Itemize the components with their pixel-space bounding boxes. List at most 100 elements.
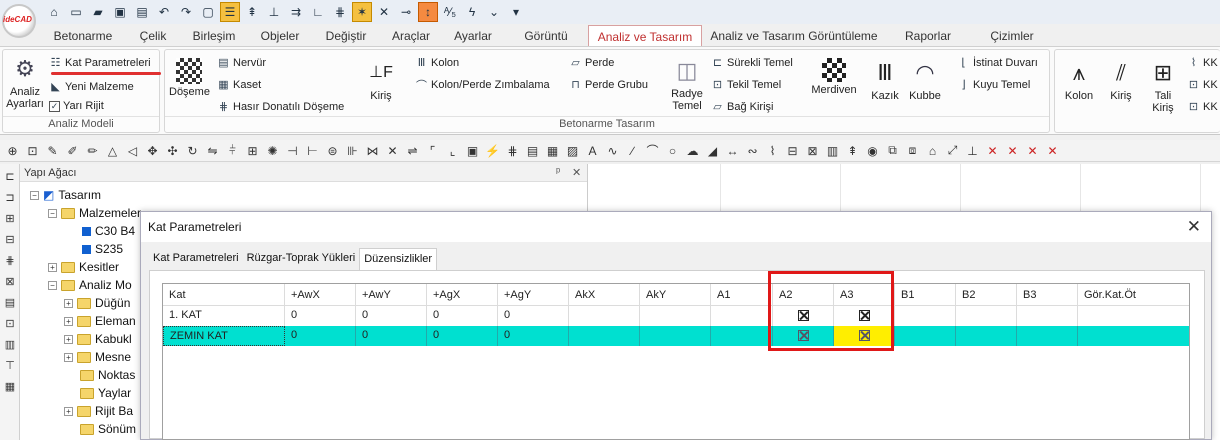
expand-icon[interactable]: + xyxy=(64,298,73,308)
dimension-icon[interactable]: ↔ xyxy=(724,142,741,159)
tool-icon-5[interactable]: ⋕ xyxy=(1,251,19,269)
surekli-temel-button[interactable]: ⊏ Sürekli Temel xyxy=(711,56,793,70)
kolon-perde-zimbalama-button[interactable]: ⌒ Kolon/Perde Zımbalama xyxy=(415,78,550,92)
tab-betonarme[interactable]: Betonarme xyxy=(40,25,126,47)
delete-red2-icon[interactable]: ✕ xyxy=(1004,142,1021,159)
col-b3[interactable]: B3 xyxy=(1017,284,1078,306)
chart-icon[interactable]: ▥ xyxy=(824,142,841,159)
tab-kat-parametreleri[interactable]: Kat Parametreleri xyxy=(149,248,243,270)
bag-kirisi-button[interactable]: ⏥ Bağ Kirişi xyxy=(711,100,773,114)
tree-node-yaylar[interactable]: Yaylar xyxy=(80,386,131,400)
rotate-icon[interactable]: ↻ xyxy=(184,142,201,159)
analiz-ayarlari-button[interactable]: ⚙ Analiz Ayarları xyxy=(5,54,45,111)
expand-icon[interactable]: + xyxy=(64,316,73,326)
expand-icon[interactable]: + xyxy=(64,352,73,362)
home-icon[interactable]: ⌂ xyxy=(44,2,64,22)
ortho-icon[interactable]: ⊥ xyxy=(264,2,284,22)
tool-icon-2[interactable]: ⊐ xyxy=(1,188,19,206)
expand-icon[interactable]: + xyxy=(64,406,73,416)
customize-icon[interactable]: ▾ xyxy=(506,2,526,22)
eye-icon[interactable]: ◉ xyxy=(864,142,881,159)
cell-b2[interactable] xyxy=(956,326,1017,346)
col-b1[interactable]: B1 xyxy=(895,284,956,306)
polyline-icon[interactable]: ∿ xyxy=(604,142,621,159)
pencil-icon[interactable]: ✎ xyxy=(44,142,61,159)
cell-agx[interactable]: 0 xyxy=(427,306,498,326)
perde-grubu-button[interactable]: ⊓ Perde Grubu xyxy=(569,78,648,92)
cell-aky[interactable] xyxy=(640,326,711,346)
tool-icon-9[interactable]: ▥ xyxy=(1,335,19,353)
yeni-malzeme-button[interactable]: ◣ Yeni Malzeme xyxy=(49,80,133,94)
redo-icon[interactable]: ↷ xyxy=(176,2,196,22)
north-icon[interactable]: ⇞ xyxy=(844,142,861,159)
join-icon[interactable]: ⇌ xyxy=(404,142,421,159)
marker-icon[interactable]: ✏ xyxy=(84,142,101,159)
tree-node-c30[interactable]: C30 B4 xyxy=(82,224,135,238)
col-a1[interactable]: A1 xyxy=(711,284,773,306)
align-icon[interactable]: ⇉ xyxy=(286,2,306,22)
cell-kat[interactable]: 1. KAT xyxy=(163,306,285,326)
view-icon[interactable]: ⌂ xyxy=(924,142,941,159)
elevation-icon[interactable]: ↕ xyxy=(418,2,438,22)
collapse-icon[interactable]: − xyxy=(30,190,39,200)
tool-icon-3[interactable]: ⊞ xyxy=(1,209,19,227)
cell-agy[interactable]: 0 xyxy=(498,306,569,326)
tree-node-tasarim[interactable]: − ◩ Tasarım xyxy=(30,188,101,202)
close-icon[interactable]: ✕ xyxy=(1187,217,1201,237)
chamfer-icon[interactable]: ⌞ xyxy=(444,142,461,159)
circle-icon[interactable]: ○ xyxy=(664,142,681,159)
tool-icon-4[interactable]: ⊟ xyxy=(1,230,19,248)
layers2-icon[interactable]: ⧈ xyxy=(904,142,921,159)
kaset-button[interactable]: ▦ Kaset xyxy=(217,78,261,92)
merdiven-button[interactable]: Merdiven xyxy=(809,58,859,96)
cell-awx[interactable]: 0 xyxy=(285,326,356,346)
radye-temel-button[interactable]: ◫ Radye Temel xyxy=(665,56,709,113)
text-icon[interactable]: A xyxy=(584,142,601,159)
cell-awy[interactable]: 0 xyxy=(356,306,427,326)
tool-icon-7[interactable]: ▤ xyxy=(1,293,19,311)
cell-agy[interactable]: 0 xyxy=(498,326,569,346)
spline-icon[interactable]: ∾ xyxy=(744,142,761,159)
expand-icon[interactable]: + xyxy=(48,262,57,272)
table-icon[interactable]: ▦ xyxy=(544,142,561,159)
array-icon[interactable]: ⊞ xyxy=(244,142,261,159)
col-gor-kat-ot[interactable]: Gör.Kat.Öt xyxy=(1078,284,1189,306)
tree-node-mesnet[interactable]: + Mesne xyxy=(64,350,131,364)
layers-icon[interactable]: ⧉ xyxy=(884,142,901,159)
tab-celik[interactable]: Çelik xyxy=(126,25,180,47)
save-icon[interactable]: ▣ xyxy=(110,2,130,22)
grid-snap-icon[interactable]: ⋕ xyxy=(330,2,350,22)
app-logo[interactable]: ideCAD xyxy=(0,0,40,44)
expand-icon[interactable]: + xyxy=(64,334,73,344)
copy-move-icon[interactable]: ✣ xyxy=(164,142,181,159)
perde-button[interactable]: ▱ Perde xyxy=(569,56,614,70)
istinat-duvari-button[interactable]: ⌊ İstinat Duvarı xyxy=(957,56,1037,70)
tool-icon-8[interactable]: ⊡ xyxy=(1,314,19,332)
delete-red-icon[interactable]: ✕ xyxy=(984,142,1001,159)
break-icon[interactable]: ⋈ xyxy=(364,142,381,159)
tab-analiz-ve-tasarim-goruntuleme[interactable]: Analiz ve Tasarım Görüntüleme xyxy=(702,25,886,47)
move-icon[interactable]: ✥ xyxy=(144,142,161,159)
lightning-icon[interactable]: ϟ xyxy=(462,2,482,22)
tree-node-analiz-modeli[interactable]: − Analiz Mo xyxy=(48,278,132,292)
collapse-icon[interactable]: − xyxy=(48,280,57,290)
cell-agx[interactable]: 0 xyxy=(427,326,498,346)
tab-birlesim[interactable]: Birleşim xyxy=(180,25,248,47)
tab-degistir[interactable]: Değiştir xyxy=(312,25,380,47)
image-icon[interactable]: ▨ xyxy=(564,142,581,159)
col-awx[interactable]: +AwX xyxy=(285,284,356,306)
yari-rijit-checkbox[interactable]: ✓ Yarı Rijit xyxy=(49,100,104,112)
col-b2[interactable]: B2 xyxy=(956,284,1017,306)
cell-awy[interactable]: 0 xyxy=(356,326,427,346)
brush-icon[interactable]: ✐ xyxy=(64,142,81,159)
scale-icon[interactable]: ᴬ⁄₅ xyxy=(440,2,460,22)
spring-icon[interactable]: ⌇ xyxy=(764,142,781,159)
extend-icon[interactable]: ⊢ xyxy=(304,142,321,159)
nervur-button[interactable]: ▤ Nervür xyxy=(217,56,266,70)
delete-red4-icon[interactable]: ✕ xyxy=(1044,142,1061,159)
cell-gor-kat-ot[interactable] xyxy=(1078,306,1189,326)
corner-icon[interactable]: ∟ xyxy=(308,2,328,22)
mirror-axis-icon[interactable]: ⫩ xyxy=(224,142,241,159)
zoom-fit-icon[interactable]: ⤢ xyxy=(944,142,961,159)
line-icon[interactable]: ∕ xyxy=(624,142,641,159)
